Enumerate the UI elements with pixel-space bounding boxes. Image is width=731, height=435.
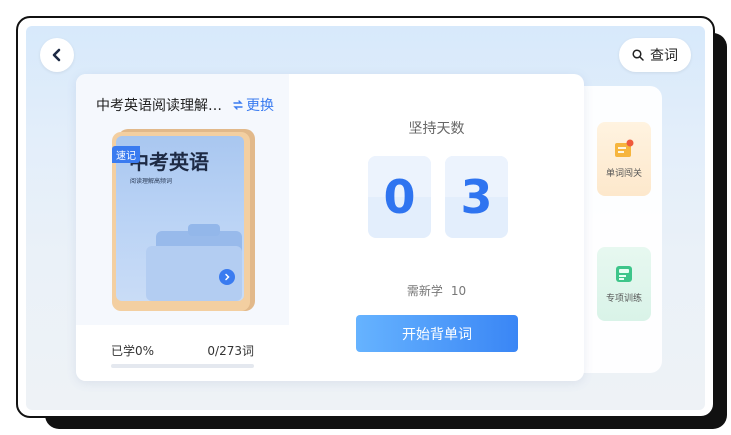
book-section: 中考英语阅读理解… 更换 中考英语 阅读理解高频词 速记 已学0% 0/273词: [76, 74, 289, 381]
streak-digit-tens: 0: [368, 156, 431, 238]
abc-book-icon: [616, 266, 632, 282]
book-open-button[interactable]: [219, 269, 235, 285]
book-cover[interactable]: 中考英语 阅读理解高频词 速记: [112, 129, 255, 311]
progress-bar: [111, 364, 254, 368]
chevron-left-icon: [52, 48, 61, 62]
word-challenge-card[interactable]: 单词闯关: [597, 122, 651, 196]
swap-icon: [233, 100, 243, 110]
streak-section: 坚持天数 0 3 需新学 10 开始背单词: [289, 74, 584, 381]
lookup-word-button[interactable]: 查词: [619, 38, 691, 72]
study-card: 中考英语阅读理解… 更换 中考英语 阅读理解高频词 速记 已学0% 0/273词…: [76, 74, 584, 381]
app-screen: 查词 单词闯关 专项训练 中考英语阅读理解… 更换 中考英语 阅读理解高频词 速…: [26, 26, 705, 410]
word-count: 0/273词: [207, 344, 254, 358]
new-words-label: 需新学: [406, 284, 443, 298]
book-cover-title: 中考英语: [129, 150, 209, 174]
streak-digit-ones: 3: [445, 156, 508, 238]
new-words-needed: 需新学 10: [289, 282, 584, 299]
lookup-word-label: 查词: [650, 48, 678, 64]
quick-memo-tag: 速记: [112, 146, 140, 163]
switch-book-label: 更换: [246, 98, 274, 114]
word-challenge-label: 单词闯关: [605, 169, 642, 179]
book-title: 中考英语阅读理解…: [96, 98, 222, 114]
switch-book-button[interactable]: 更换: [233, 95, 274, 115]
special-training-card[interactable]: 专项训练: [597, 247, 651, 321]
special-training-label: 专项训练: [605, 294, 642, 304]
search-icon: [632, 49, 644, 61]
streak-label: 坚持天数: [408, 121, 465, 137]
book-cover-subtitle: 阅读理解高频词: [130, 178, 173, 185]
flag-board-icon: [615, 139, 634, 157]
start-memorize-button[interactable]: 开始背单词: [356, 315, 518, 352]
chevron-right-icon: [225, 273, 230, 281]
device-frame: 查词 单词闯关 专项训练 中考英语阅读理解… 更换 中考英语 阅读理解高频词 速…: [16, 16, 715, 418]
learned-percent: 已学0%: [111, 344, 155, 358]
new-words-value: 10: [450, 284, 467, 298]
back-button[interactable]: [40, 38, 74, 72]
